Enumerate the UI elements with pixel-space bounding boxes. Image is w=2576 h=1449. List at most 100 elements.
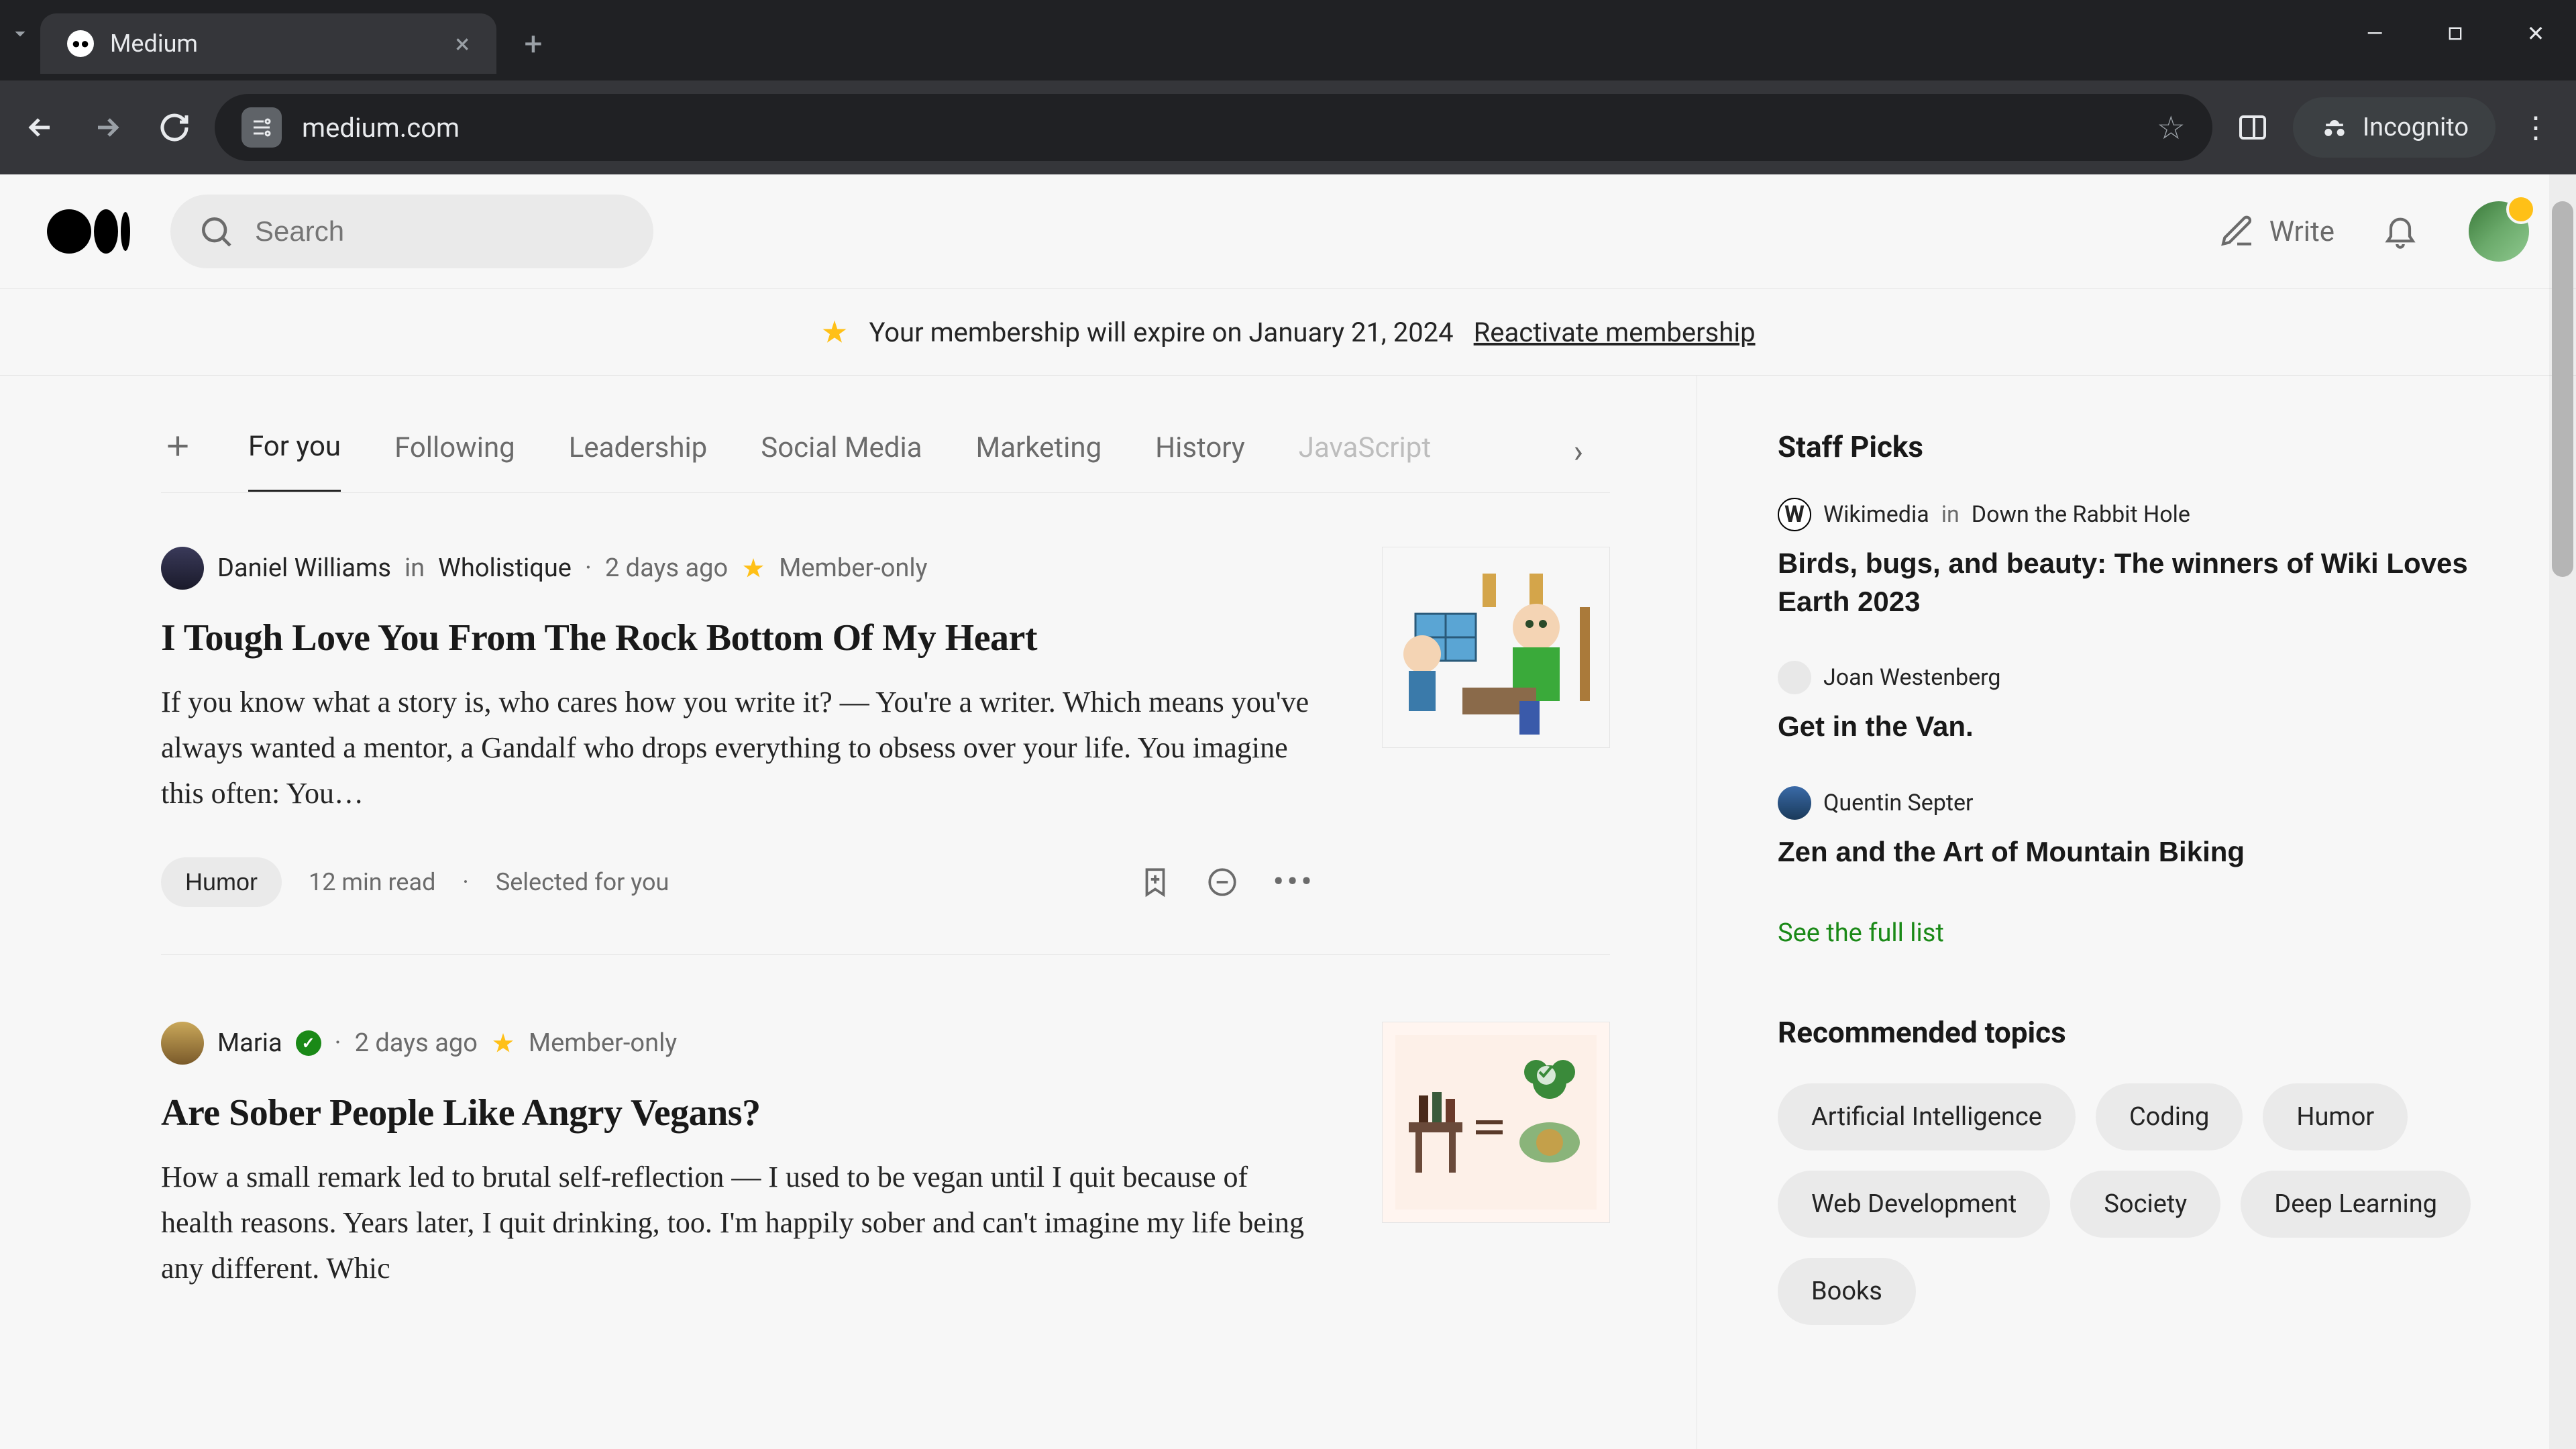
publish-time: 2 days ago [605, 553, 728, 583]
pick-avatar[interactable]: W [1778, 498, 1811, 531]
write-icon [2218, 213, 2256, 250]
verified-badge-icon: ✓ [296, 1030, 321, 1056]
topic-pill[interactable]: Deep Learning [2241, 1171, 2471, 1238]
browser-titlebar: ●● Medium × + — ✕ [0, 0, 2576, 80]
back-button[interactable] [13, 101, 67, 154]
scrollbar-thumb[interactable] [2552, 201, 2573, 577]
close-window-button[interactable]: ✕ [2496, 13, 2576, 54]
article-thumbnail [1382, 1022, 1610, 1223]
tab-following[interactable]: Following [394, 431, 515, 491]
article-byline: Maria ✓ · 2 days ago Member-only [161, 1022, 1315, 1065]
window-controls: — ✕ [2334, 13, 2576, 54]
in-word: in [405, 553, 425, 583]
scrollbar[interactable] [2549, 174, 2576, 1449]
tab-title: Medium [110, 30, 198, 58]
add-topic-button[interactable] [161, 429, 195, 466]
page-content: Write Your membership will expire on Jan… [0, 174, 2576, 1449]
author-avatar[interactable] [161, 547, 204, 590]
site-header: Write [0, 174, 2576, 288]
topic-tag[interactable]: Humor [161, 857, 282, 907]
pick-author[interactable]: Wikimedia [1823, 501, 1929, 528]
url-text: medium.com [302, 112, 2137, 144]
browser-menu-button[interactable]: ⋮ [2509, 101, 2563, 154]
pick-avatar[interactable] [1778, 661, 1811, 694]
tab-for-you[interactable]: For you [248, 430, 341, 492]
feed-column: For you Following Leadership Social Medi… [0, 376, 1697, 1449]
selected-label: Selected for you [496, 868, 669, 896]
recommended-topics: Recommended topics Artificial Intelligen… [1778, 1015, 2509, 1325]
browser-tab-active[interactable]: ●● Medium × [40, 13, 496, 74]
pick-title[interactable]: Zen and the Art of Mountain Biking [1778, 833, 2509, 871]
membership-banner: Your membership will expire on January 2… [0, 288, 2576, 376]
incognito-indicator[interactable]: Incognito [2293, 97, 2496, 158]
pick-byline: W Wikimedia in Down the Rabbit Hole [1778, 498, 2509, 531]
topic-pill[interactable]: Society [2070, 1171, 2220, 1238]
topic-pill[interactable]: Web Development [1778, 1171, 2050, 1238]
topic-pill[interactable]: Humor [2263, 1083, 2408, 1150]
bell-icon [2381, 211, 2419, 249]
tab-javascript[interactable]: JavaScript [1299, 431, 1431, 491]
staff-pick-item[interactable]: Quentin Septer Zen and the Art of Mounta… [1778, 786, 2509, 871]
topic-pill[interactable]: Books [1778, 1258, 1916, 1325]
article-excerpt: If you know what a story is, who cares h… [161, 680, 1315, 817]
more-options-icon[interactable]: ••• [1273, 863, 1315, 902]
tab-history[interactable]: History [1155, 431, 1245, 491]
publish-time: 2 days ago [355, 1028, 478, 1058]
pick-title[interactable]: Get in the Van. [1778, 708, 2509, 746]
header-right: Write [2218, 201, 2529, 262]
feed-tabs: For you Following Leadership Social Medi… [161, 429, 1610, 493]
article-title[interactable]: Are Sober People Like Angry Vegans? [161, 1091, 1315, 1134]
maximize-button[interactable] [2415, 13, 2496, 54]
search-box[interactable] [170, 195, 653, 268]
article-thumbnail [1382, 547, 1610, 748]
side-panel-icon[interactable] [2226, 101, 2279, 154]
pick-avatar[interactable] [1778, 786, 1811, 820]
pick-publication[interactable]: Down the Rabbit Hole [1972, 501, 2190, 528]
article-title[interactable]: I Tough Love You From The Rock Bottom Of… [161, 616, 1315, 659]
incognito-label: Incognito [2363, 113, 2469, 142]
new-tab-button[interactable]: + [510, 20, 557, 67]
show-less-icon[interactable] [1205, 865, 1239, 899]
pick-title[interactable]: Birds, bugs, and beauty: The winners of … [1778, 545, 2509, 621]
member-star-icon [741, 556, 765, 580]
write-button[interactable]: Write [2218, 213, 2334, 250]
article-card[interactable]: Daniel Williams in Wholistique · 2 days … [161, 547, 1610, 955]
site-info-button[interactable] [241, 107, 282, 148]
staff-pick-item[interactable]: W Wikimedia in Down the Rabbit Hole Bird… [1778, 498, 2509, 621]
tabs-scroll-right[interactable]: › [1574, 432, 1583, 470]
avatar[interactable] [2469, 201, 2529, 262]
reload-button[interactable] [148, 101, 201, 154]
article-card[interactable]: Maria ✓ · 2 days ago Member-only Are Sob… [161, 1022, 1610, 1339]
tab-search-dropdown[interactable] [0, 13, 40, 54]
notifications-button[interactable] [2381, 211, 2422, 252]
author-name[interactable]: Daniel Williams [217, 553, 391, 583]
topic-pill[interactable]: Coding [2096, 1083, 2243, 1150]
address-bar[interactable]: medium.com ☆ [215, 94, 2212, 161]
pick-author[interactable]: Joan Westenberg [1823, 664, 2000, 691]
main-area: For you Following Leadership Social Medi… [0, 376, 2576, 1449]
see-full-list-link[interactable]: See the full list [1778, 918, 1944, 948]
tab-leadership[interactable]: Leadership [569, 431, 708, 491]
topic-pill[interactable]: Artificial Intelligence [1778, 1083, 2076, 1150]
forward-button[interactable] [80, 101, 134, 154]
tab-marketing[interactable]: Marketing [976, 431, 1102, 491]
author-name[interactable]: Maria [217, 1028, 282, 1058]
tab-close-icon[interactable]: × [455, 28, 470, 60]
publication-name[interactable]: Wholistique [438, 553, 572, 583]
save-icon[interactable] [1138, 865, 1172, 899]
staff-pick-item[interactable]: Joan Westenberg Get in the Van. [1778, 661, 2509, 746]
search-icon [197, 213, 235, 250]
search-input[interactable] [255, 215, 627, 248]
tab-social-media[interactable]: Social Media [761, 431, 922, 491]
article-body: Maria ✓ · 2 days ago Member-only Are Sob… [161, 1022, 1315, 1292]
reactivate-link[interactable]: Reactivate membership [1474, 317, 1756, 348]
sidebar: Staff Picks W Wikimedia in Down the Rabb… [1697, 376, 2576, 1449]
separator-dot: · [462, 868, 468, 896]
medium-logo[interactable] [47, 209, 130, 254]
bookmark-star-icon[interactable]: ☆ [2157, 109, 2186, 147]
star-icon [820, 318, 849, 346]
minimize-button[interactable]: — [2334, 13, 2415, 54]
pick-author[interactable]: Quentin Septer [1823, 790, 1974, 816]
member-star-icon [491, 1031, 515, 1055]
author-avatar[interactable] [161, 1022, 204, 1065]
